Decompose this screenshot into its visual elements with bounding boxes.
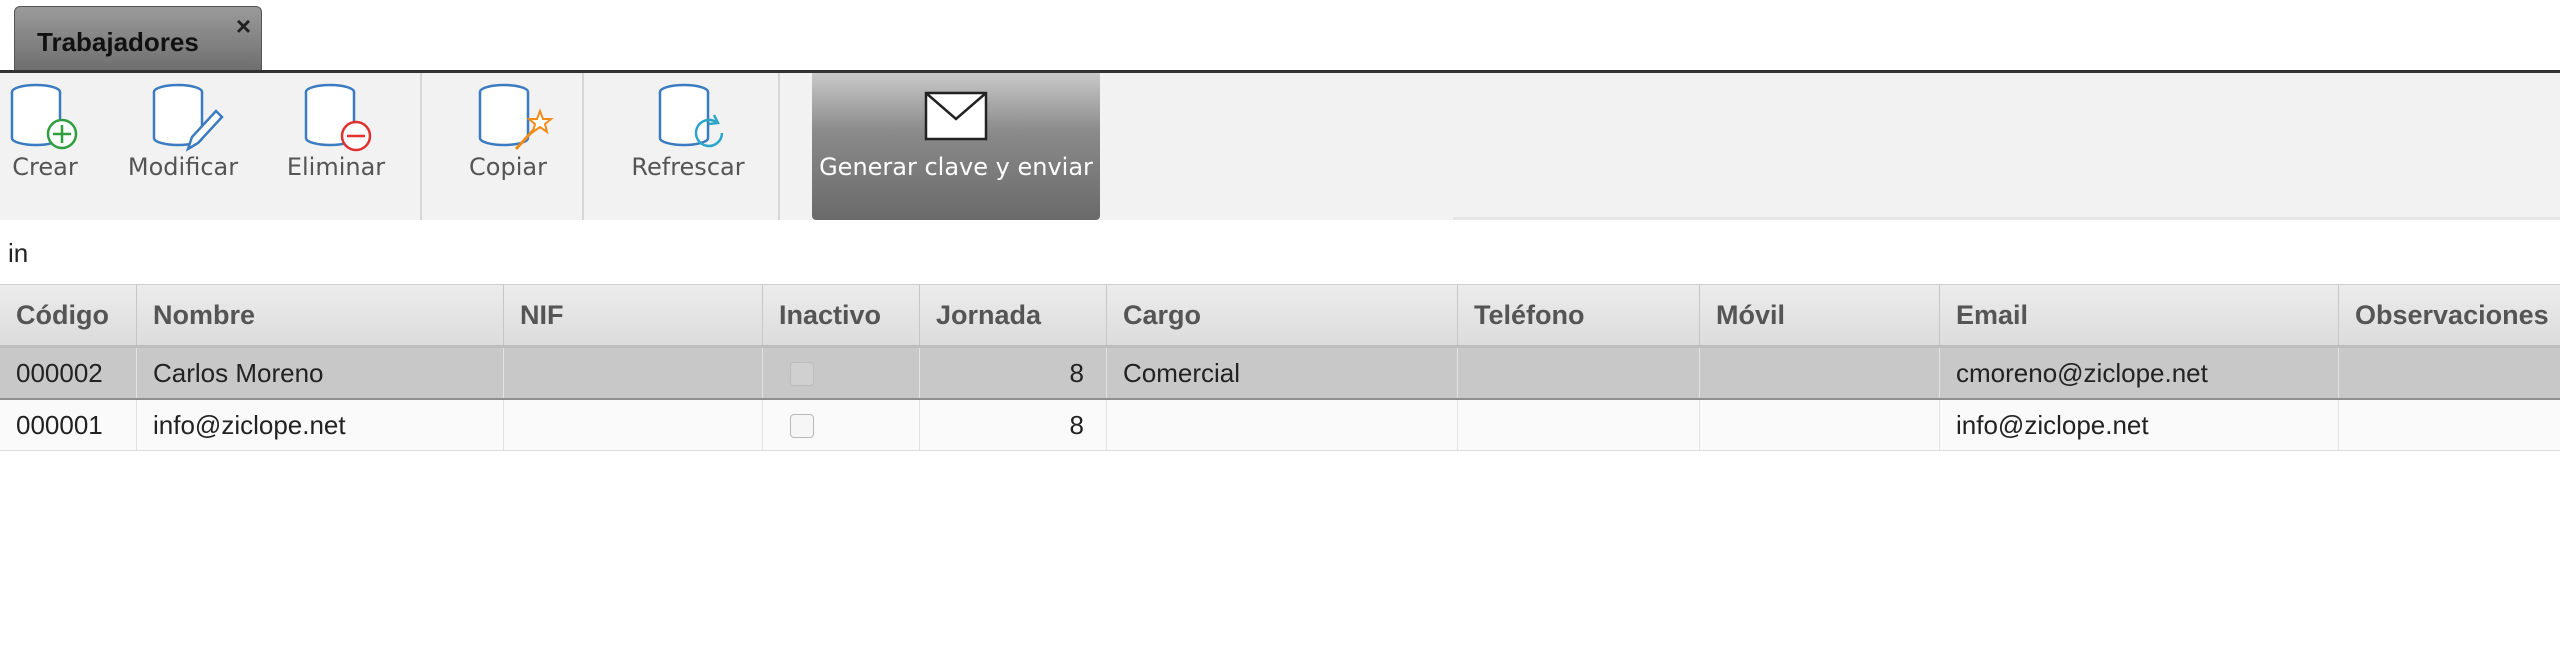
cell-nombre: info@ziclope.net xyxy=(137,400,504,450)
cell-telefono xyxy=(1458,400,1700,450)
table-row[interactable]: 000001 info@ziclope.net 8 info@ziclope.n… xyxy=(0,400,2560,451)
cell-inactivo xyxy=(763,348,920,398)
column-header-nif[interactable]: NIF xyxy=(504,285,763,345)
tab-title: Trabajadores xyxy=(37,27,199,57)
column-header-inactivo[interactable]: Inactivo xyxy=(763,285,920,345)
generar-clave-label: Generar clave y enviar xyxy=(819,153,1093,181)
cell-observaciones xyxy=(2339,348,2560,398)
close-icon[interactable]: × xyxy=(236,11,251,42)
cell-telefono xyxy=(1458,348,1700,398)
refrescar-label: Refrescar xyxy=(631,153,745,181)
filter-text: in xyxy=(8,238,29,268)
copiar-label: Copiar xyxy=(469,153,547,181)
toolbar: Crear Modificar Eliminar Copiar Refresca… xyxy=(0,73,2560,220)
eliminar-label: Eliminar xyxy=(286,153,386,181)
refrescar-button[interactable]: Refrescar xyxy=(630,73,746,220)
cell-codigo: 000001 xyxy=(0,400,137,450)
cell-email: info@ziclope.net xyxy=(1940,400,2339,450)
generar-clave-button[interactable]: Generar clave y enviar xyxy=(812,73,1100,220)
database-copy-wand-icon xyxy=(478,83,554,151)
database-refresh-icon xyxy=(658,83,724,148)
column-header-telefono[interactable]: Teléfono xyxy=(1458,285,1700,345)
cell-cargo xyxy=(1107,400,1458,450)
toolbar-separator xyxy=(420,73,422,220)
cell-cargo: Comercial xyxy=(1107,348,1458,398)
database-delete-icon xyxy=(304,83,372,152)
column-header-jornada[interactable]: Jornada xyxy=(920,285,1107,345)
cell-nombre: Carlos Moreno xyxy=(137,348,504,398)
cell-movil xyxy=(1700,400,1940,450)
cell-jornada: 8 xyxy=(920,348,1107,398)
toolbar-bottom-border xyxy=(1453,217,2560,220)
database-edit-icon xyxy=(152,83,224,152)
grid-header: Código Nombre NIF Inactivo Jornada Cargo… xyxy=(0,284,2560,348)
inactivo-checkbox[interactable] xyxy=(790,414,814,438)
copiar-button[interactable]: Copiar xyxy=(460,73,556,220)
cell-observaciones xyxy=(2339,400,2560,450)
column-header-movil[interactable]: Móvil xyxy=(1700,285,1940,345)
cell-jornada: 8 xyxy=(920,400,1107,450)
cell-email: cmoreno@ziclope.net xyxy=(1940,348,2339,398)
inactivo-checkbox[interactable] xyxy=(790,362,814,386)
eliminar-button[interactable]: Eliminar xyxy=(280,73,392,220)
table-row[interactable]: 000002 Carlos Moreno 8 Comercial cmoreno… xyxy=(0,348,2560,400)
column-header-observaciones[interactable]: Observaciones xyxy=(2339,285,2560,345)
modificar-button[interactable]: Modificar xyxy=(124,73,242,220)
toolbar-separator xyxy=(582,73,584,220)
tab-strip: Trabajadores × xyxy=(0,0,2560,73)
crear-label: Crear xyxy=(12,153,78,181)
cell-nif xyxy=(504,400,763,450)
column-header-cargo[interactable]: Cargo xyxy=(1107,285,1458,345)
crear-button[interactable]: Crear xyxy=(0,73,90,220)
cell-nif xyxy=(504,348,763,398)
envelope-icon xyxy=(924,91,988,141)
modificar-label: Modificar xyxy=(127,153,239,181)
cell-movil xyxy=(1700,348,1940,398)
cell-codigo: 000002 xyxy=(0,348,137,398)
database-add-icon xyxy=(10,83,78,150)
column-header-codigo[interactable]: Código xyxy=(0,285,137,345)
tab-trabajadores[interactable]: Trabajadores × xyxy=(14,6,262,70)
column-header-nombre[interactable]: Nombre xyxy=(137,285,504,345)
toolbar-separator xyxy=(778,73,780,220)
column-header-email[interactable]: Email xyxy=(1940,285,2339,345)
cell-inactivo xyxy=(763,400,920,450)
workers-grid: Código Nombre NIF Inactivo Jornada Cargo… xyxy=(0,284,2560,451)
